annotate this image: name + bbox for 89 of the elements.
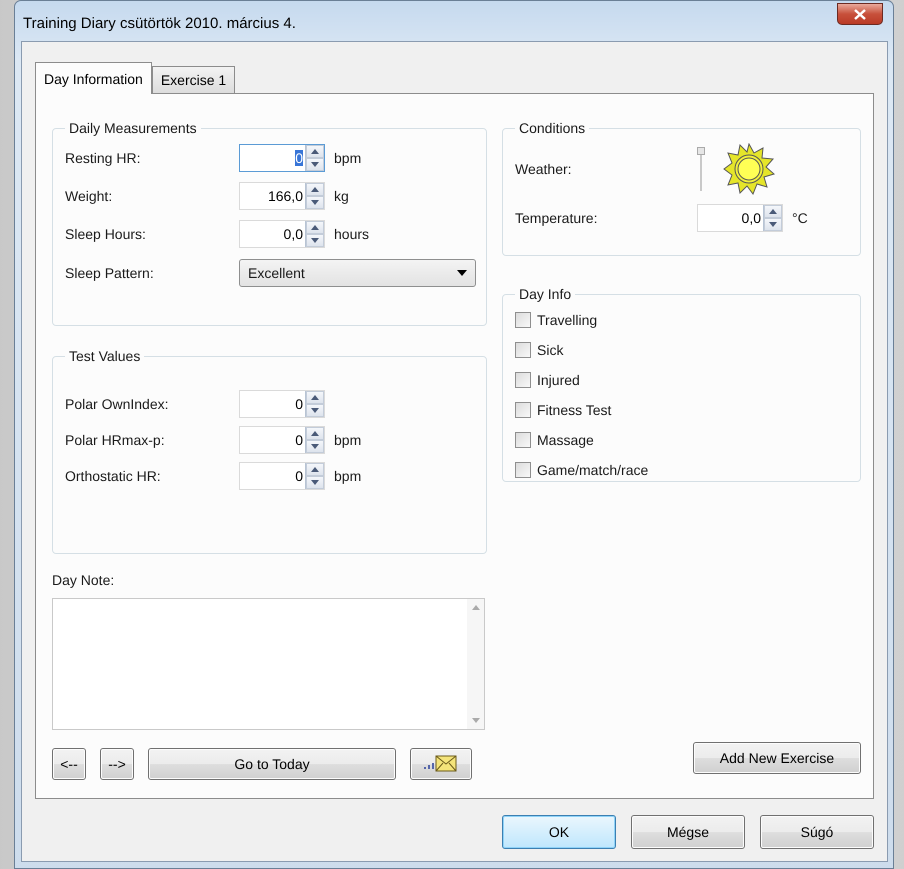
checkbox[interactable] [515, 432, 531, 448]
number-field[interactable]: 0,0 [239, 220, 325, 248]
unit-label: kg [334, 188, 349, 204]
field-label: Temperature: [515, 210, 598, 226]
sleep-pattern-dropdown[interactable]: Excellent [239, 259, 476, 287]
day-note-label: Day Note: [52, 572, 116, 588]
field-label: Orthostatic HR: [65, 468, 162, 484]
field-label: Polar HRmax-p: [65, 432, 166, 448]
number-field[interactable]: 0 [239, 390, 325, 418]
checkbox-label: Injured [537, 372, 580, 388]
group-title: Test Values [68, 348, 142, 364]
spin-down-button[interactable] [306, 476, 324, 489]
field-label: Weight: [65, 188, 114, 204]
down-arrow-icon [311, 238, 319, 243]
spin-up-button[interactable] [306, 391, 324, 404]
spin-down-button[interactable] [306, 234, 324, 247]
number-field[interactable]: 166,0 [239, 182, 325, 210]
number-field[interactable]: 0,0 [697, 204, 783, 232]
scroll-down-icon [472, 718, 480, 723]
spin-down-button[interactable] [764, 218, 782, 231]
unit-label: bpm [334, 432, 362, 448]
spin-down-button[interactable] [306, 158, 324, 171]
checkbox-label: Fitness Test [537, 402, 612, 418]
checkbox-label: Sick [537, 342, 564, 358]
scrollbar[interactable] [467, 599, 484, 729]
field-label: Sleep Pattern: [65, 265, 155, 281]
dropdown-caret-icon [457, 270, 467, 276]
send-mail-button[interactable] [410, 748, 472, 780]
field-label: Weather: [515, 161, 573, 177]
group-title: Day Info [518, 286, 572, 302]
spin-down-button[interactable] [306, 196, 324, 209]
number-field[interactable]: 0 [239, 462, 325, 490]
up-arrow-icon [769, 209, 777, 214]
slider-thumb[interactable] [697, 147, 705, 155]
up-arrow-icon [311, 395, 319, 400]
field-label: Polar OwnIndex: [65, 396, 170, 412]
checkbox-label: Massage [537, 432, 594, 448]
next-day-button[interactable]: --> [100, 748, 134, 780]
add-new-exercise-button[interactable]: Add New Exercise [693, 742, 861, 774]
down-arrow-icon [311, 162, 319, 167]
group-title: Conditions [518, 120, 586, 136]
close-button[interactable] [837, 3, 883, 25]
dialog-button[interactable]: OK [502, 815, 616, 849]
spin-up-button[interactable] [306, 183, 324, 196]
unit-label: bpm [334, 150, 362, 166]
dialog-button[interactable]: Mégse [631, 815, 745, 849]
day-note-field[interactable] [52, 598, 485, 730]
number-field[interactable]: 0 [239, 144, 325, 172]
unit-label: hours [334, 226, 370, 242]
field-label: Resting HR: [65, 150, 142, 166]
unit-label: °C [792, 210, 808, 226]
down-arrow-icon [769, 222, 777, 227]
window-title: Training Diary csütörtök 2010. március 4. [23, 14, 296, 32]
checkbox[interactable] [515, 312, 531, 328]
spin-up-button[interactable] [306, 145, 324, 158]
tab[interactable]: Exercise 1 [152, 66, 236, 93]
up-arrow-icon [311, 149, 319, 154]
previous-day-button[interactable]: <-- [52, 748, 86, 780]
unit-label: bpm [334, 468, 362, 484]
go-to-today-button[interactable]: Go to Today [148, 748, 396, 780]
number-field[interactable]: 0 [239, 426, 325, 454]
down-arrow-icon [311, 408, 319, 413]
field-label: Sleep Hours: [65, 226, 147, 242]
checkbox-label: Travelling [537, 312, 598, 328]
down-arrow-icon [311, 444, 319, 449]
up-arrow-icon [311, 225, 319, 230]
checkbox[interactable] [515, 372, 531, 388]
up-arrow-icon [311, 431, 319, 436]
spin-down-button[interactable] [306, 440, 324, 453]
up-arrow-icon [311, 187, 319, 192]
up-arrow-icon [311, 467, 319, 472]
checkbox[interactable] [515, 462, 531, 478]
checkbox-label: Game/match/race [537, 462, 648, 478]
spin-up-button[interactable] [306, 221, 324, 234]
scroll-up-icon [472, 605, 480, 610]
envelope-icon [424, 755, 458, 773]
dialog-button[interactable]: Súgó [760, 815, 874, 849]
spin-up-button[interactable] [306, 427, 324, 440]
down-arrow-icon [311, 200, 319, 205]
down-arrow-icon [311, 480, 319, 485]
tab[interactable]: Day Information [35, 62, 152, 94]
sun-icon [723, 143, 775, 195]
checkbox[interactable] [515, 402, 531, 418]
spin-up-button[interactable] [764, 205, 782, 218]
group-title: Daily Measurements [68, 120, 198, 136]
checkbox[interactable] [515, 342, 531, 358]
spin-down-button[interactable] [306, 404, 324, 417]
spin-up-button[interactable] [306, 463, 324, 476]
close-icon [854, 8, 866, 20]
